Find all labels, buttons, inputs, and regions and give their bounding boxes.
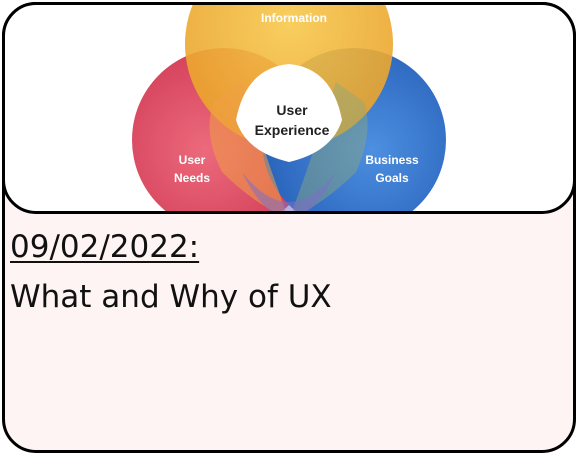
note-card[interactable]: Information User Needs Business Goals Us… (0, 0, 582, 459)
ux-venn-diagram-image: Information User Needs Business Goals Us… (2, 2, 576, 214)
card-caption: 09/02/2022: What and Why of UX (10, 222, 332, 322)
center-label-2: Experience (255, 122, 330, 138)
user-needs-label-1: User (179, 153, 206, 167)
venn-diagram: Information User Needs Business Goals Us… (132, 5, 446, 211)
information-label: Information (261, 11, 327, 25)
card-date: 09/02/2022: (10, 229, 200, 265)
business-goals-label-1: Business (365, 153, 419, 167)
business-goals-label-2: Goals (375, 171, 409, 185)
center-label-1: User (276, 102, 308, 118)
user-needs-label-2: Needs (174, 171, 210, 185)
card-title: What and Why of UX (10, 279, 332, 315)
